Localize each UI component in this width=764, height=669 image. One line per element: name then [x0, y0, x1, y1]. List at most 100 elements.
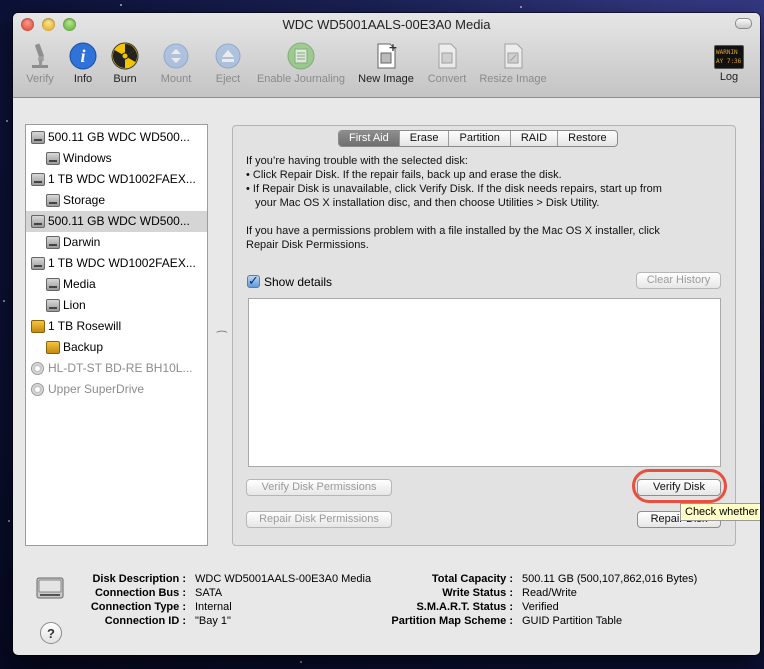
sidebar-item-bd-re-drive[interactable]: HL-DT-ST BD-RE BH10L...: [26, 358, 207, 379]
tab-restore[interactable]: Restore: [557, 131, 617, 146]
microscope-icon: [25, 41, 55, 71]
hard-disk-icon: [31, 215, 45, 228]
disk-description-key: Disk Description :: [92, 573, 186, 585]
verify-label: Verify: [26, 73, 54, 85]
details-log-area[interactable]: [248, 298, 721, 467]
disk-description-value: WDC WD5001AALS-00E3A0 Media: [195, 573, 372, 585]
sidebar-item-media[interactable]: Media: [26, 274, 207, 295]
mount-icon: [161, 41, 191, 71]
burn-label: Burn: [113, 73, 137, 85]
svg-text:+: +: [388, 41, 397, 54]
tab-partition[interactable]: Partition: [448, 131, 509, 146]
sidebar-item-disk-1tb-2[interactable]: 1 TB WDC WD1002FAEX...: [26, 253, 207, 274]
sidebar-item-label: Windows: [63, 151, 112, 165]
hard-disk-icon: [31, 131, 45, 144]
log-button[interactable]: WARNIN AY 7:36 Log: [713, 41, 745, 83]
clear-history-button[interactable]: Clear History: [636, 272, 721, 289]
optical-drive-icon: [31, 362, 44, 375]
help-button[interactable]: ?: [40, 622, 62, 644]
eject-label: Eject: [215, 73, 241, 85]
tab-bar: First Aid Erase Partition RAID Restore: [338, 130, 618, 147]
split-view-handle[interactable]: ⁀: [217, 331, 227, 345]
repair-disk-permissions-button[interactable]: Repair Disk Permissions: [246, 511, 392, 528]
disk-sidebar[interactable]: 500.11 GB WDC WD500... Windows 1 TB WDC …: [25, 124, 208, 546]
hard-disk-icon: [46, 278, 60, 291]
mount-button[interactable]: Mount: [154, 41, 198, 85]
partition-map-scheme-value: GUID Partition Table: [522, 615, 623, 627]
sidebar-item-windows[interactable]: Windows: [26, 148, 207, 169]
enable-journaling-label: Enable Journaling: [256, 73, 346, 85]
connection-type-value: Internal: [195, 601, 232, 613]
hard-disk-icon: [46, 194, 60, 207]
info-button[interactable]: i Info: [67, 41, 99, 85]
star-decoration: [520, 6, 522, 8]
star-decoration: [6, 120, 8, 122]
new-image-icon: +: [371, 41, 401, 71]
tab-first-aid[interactable]: First Aid: [339, 131, 399, 146]
permissions-line-1: If you have a permissions problem with a…: [246, 225, 660, 237]
mount-label: Mount: [160, 73, 192, 85]
verify-button[interactable]: Verify: [21, 41, 59, 85]
eject-icon: [213, 41, 243, 71]
info-label: Info: [73, 73, 93, 85]
show-details-checkbox[interactable]: [247, 273, 260, 289]
verify-disk-highlight-ring: [632, 469, 727, 503]
star-decoration: [3, 300, 5, 302]
sidebar-item-disk-500gb-1[interactable]: 500.11 GB WDC WD500...: [26, 127, 207, 148]
external-disk-icon: [31, 320, 45, 333]
resize-image-icon: [498, 41, 528, 71]
convert-button[interactable]: Convert: [423, 41, 471, 85]
burn-button[interactable]: Burn: [107, 41, 143, 85]
hard-disk-icon: [46, 152, 60, 165]
star-decoration: [120, 4, 122, 6]
enable-journaling-button[interactable]: Enable Journaling: [253, 41, 349, 85]
window-title: WDC WD5001AALS-00E3A0 Media: [282, 17, 491, 32]
tab-raid[interactable]: RAID: [509, 131, 557, 146]
sidebar-item-lion[interactable]: Lion: [26, 295, 207, 316]
convert-label: Convert: [427, 73, 467, 85]
log-label: Log: [719, 71, 739, 83]
connection-id-key: Connection ID :: [104, 615, 186, 627]
svg-text:i: i: [80, 46, 85, 66]
sidebar-item-label: 1 TB WDC WD1002FAEX...: [48, 256, 196, 270]
hard-disk-icon: [31, 173, 45, 186]
sidebar-item-label: HL-DT-ST BD-RE BH10L...: [48, 361, 193, 375]
optical-drive-icon: [31, 383, 44, 396]
sidebar-item-disk-500gb-2[interactable]: 500.11 GB WDC WD500...: [26, 211, 207, 232]
connection-bus-key: Connection Bus :: [94, 587, 186, 599]
sidebar-item-rosewill[interactable]: 1 TB Rosewill: [26, 316, 207, 337]
info-icon: i: [68, 41, 98, 71]
sidebar-item-disk-1tb-1[interactable]: 1 TB WDC WD1002FAEX...: [26, 169, 207, 190]
eject-button[interactable]: Eject: [211, 41, 245, 85]
verify-disk-permissions-button[interactable]: Verify Disk Permissions: [246, 479, 392, 496]
write-status-value: Read/Write: [522, 587, 577, 599]
sidebar-item-label: Backup: [63, 340, 104, 354]
new-image-label: New Image: [358, 73, 414, 85]
hard-disk-icon: [46, 236, 60, 249]
sidebar-item-label: 1 TB Rosewill: [48, 319, 122, 333]
tab-erase[interactable]: Erase: [398, 131, 449, 146]
show-details-label: Show details: [264, 275, 333, 289]
sidebar-item-label: 1 TB WDC WD1002FAEX...: [48, 172, 196, 186]
sidebar-item-superdrive[interactable]: Upper SuperDrive: [26, 379, 207, 400]
resize-image-button[interactable]: Resize Image: [477, 41, 549, 85]
log-icon-text: WARNIN AY 7:36: [716, 49, 742, 65]
verify-disk-tooltip: Check whether: [680, 503, 760, 521]
info-line-4: your Mac OS X installation disc, and the…: [246, 197, 600, 209]
disk-drive-icon: [34, 572, 66, 604]
resize-image-label: Resize Image: [479, 73, 547, 85]
sidebar-item-darwin[interactable]: Darwin: [26, 232, 207, 253]
toolbar-toggle-button[interactable]: [735, 18, 752, 29]
connection-id-value: "Bay 1": [195, 615, 231, 627]
total-capacity-key: Total Capacity :: [431, 573, 513, 585]
partition-map-scheme-key: Partition Map Scheme :: [391, 615, 513, 627]
smart-status-value: Verified: [522, 601, 559, 613]
toolbar: Verify i Info Burn Mount Eject Enable Jo…: [13, 41, 760, 99]
new-image-button[interactable]: + New Image: [355, 41, 417, 85]
sidebar-item-label: 500.11 GB WDC WD500...: [48, 214, 190, 228]
info-line-1: If you’re having trouble with the select…: [246, 155, 468, 167]
disk-utility-window: WDC WD5001AALS-00E3A0 Media Verify i Inf…: [13, 13, 760, 655]
log-icon: WARNIN AY 7:36: [714, 45, 744, 69]
sidebar-item-storage[interactable]: Storage: [26, 190, 207, 211]
sidebar-item-backup[interactable]: Backup: [26, 337, 207, 358]
